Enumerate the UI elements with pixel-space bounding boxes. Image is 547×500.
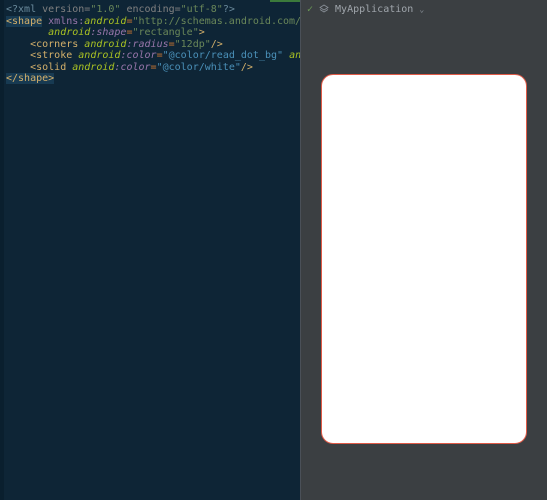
preview-pane: ✓ MyApplication ⌄	[301, 0, 547, 500]
code-content[interactable]: <?xml version="1.0" encoding="utf-8"?> <…	[0, 0, 300, 85]
check-icon: ✓	[307, 4, 313, 15]
app-name-dropdown[interactable]: MyApplication ⌄	[335, 4, 424, 15]
chevron-down-icon: ⌄	[419, 5, 424, 14]
code-line[interactable]: </shape>	[6, 73, 300, 85]
rendered-shape	[321, 74, 527, 444]
code-editor-pane[interactable]: <?xml version="1.0" encoding="utf-8"?> <…	[0, 0, 300, 500]
code-line[interactable]: <corners android:radius="12dp"/>	[6, 39, 300, 51]
code-line[interactable]: android:shape="rectangle">	[6, 27, 300, 39]
layers-icon[interactable]	[319, 4, 329, 14]
editor-gutter	[0, 0, 4, 500]
tab-indicator	[270, 0, 300, 2]
code-line[interactable]: <?xml version="1.0" encoding="utf-8"?>	[6, 4, 300, 16]
code-line[interactable]: <shape xmlns:android="http://schemas.and…	[6, 16, 300, 28]
preview-surface[interactable]	[301, 18, 547, 500]
code-line[interactable]: <solid android:color="@color/white"/>	[6, 62, 300, 74]
code-line[interactable]: <stroke android:color="@color/read_dot_b…	[6, 50, 300, 62]
preview-toolbar: ✓ MyApplication ⌄	[301, 0, 547, 18]
